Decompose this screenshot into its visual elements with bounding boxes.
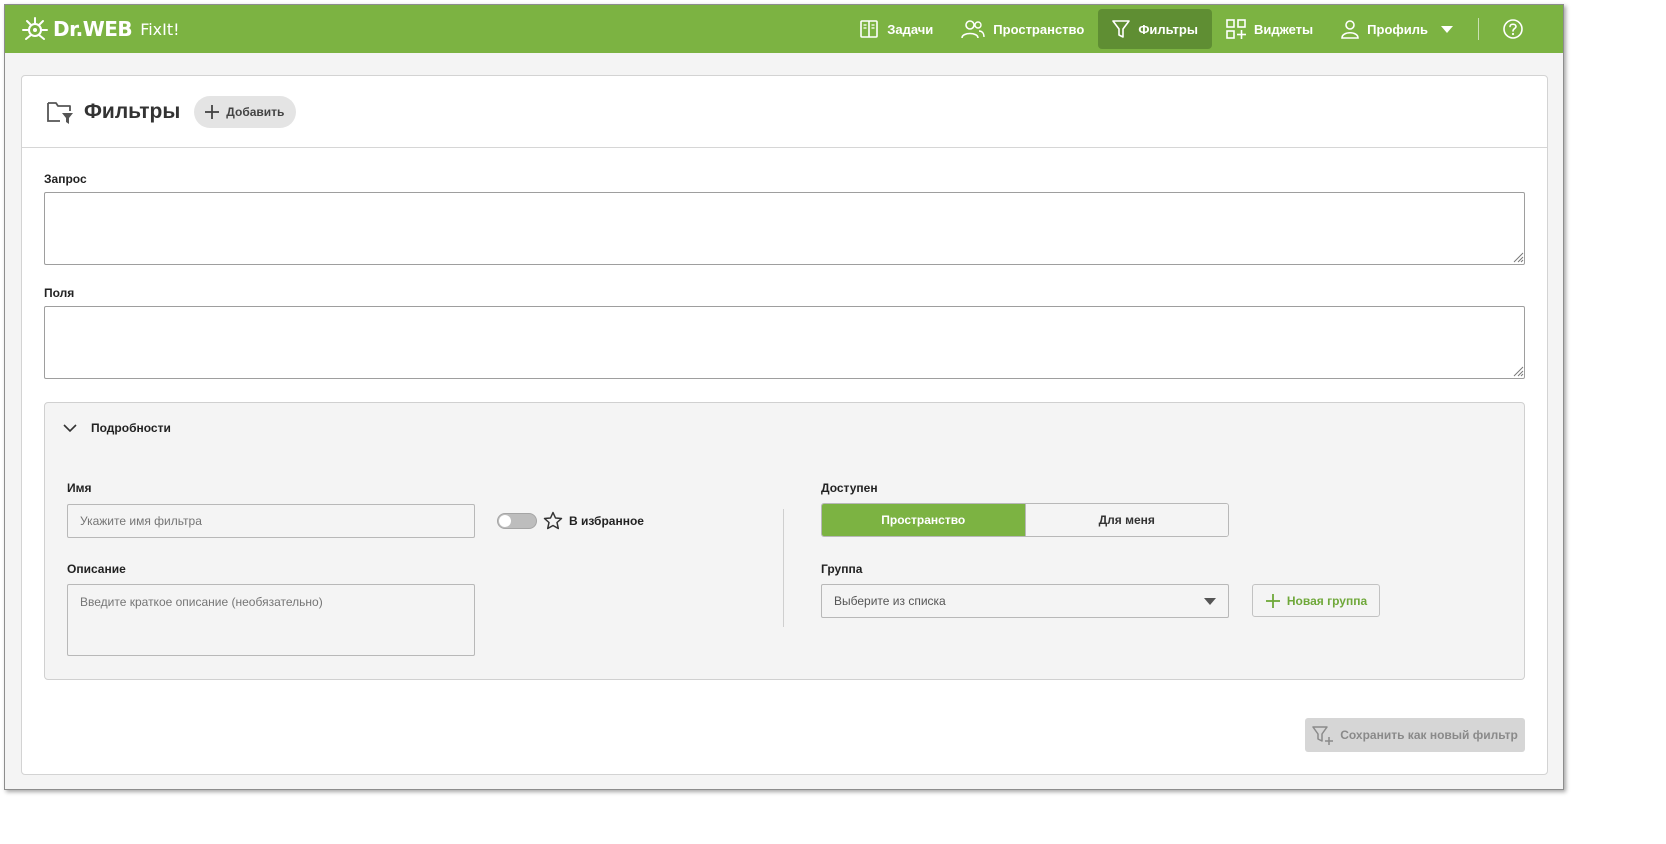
add-button[interactable]: Добавить <box>194 95 297 128</box>
query-label: Запрос <box>44 172 87 186</box>
nav-widgets-label: Виджеты <box>1253 21 1314 37</box>
query-textarea[interactable] <box>44 192 1525 265</box>
nav-widgets[interactable]: Виджеты <box>1212 9 1327 49</box>
details-section: Подробности Имя В избранное Описание Дос… <box>44 402 1525 680</box>
access-label: Доступен <box>821 481 878 495</box>
nav-tasks-label: Задачи <box>887 21 934 37</box>
group-select-value: Выберите из списка <box>834 594 946 608</box>
query-resize-icon[interactable] <box>1512 251 1524 263</box>
users-icon <box>961 20 985 39</box>
widgets-icon <box>1226 19 1246 39</box>
chevron-down-icon <box>63 423 77 432</box>
app-logo[interactable]: Dr.WEB FixIt! <box>21 16 180 42</box>
top-navigation-bar: Dr.WEB FixIt! Задачи Пространство Фильтр… <box>5 5 1563 53</box>
fields-resize-icon[interactable] <box>1512 365 1524 377</box>
filter-icon <box>1112 20 1131 38</box>
nav-profile[interactable]: Профиль <box>1327 9 1468 49</box>
fields-label: Поля <box>44 286 75 300</box>
name-label: Имя <box>67 481 92 495</box>
folder-filter-icon <box>47 101 73 124</box>
add-button-label: Добавить <box>226 104 285 119</box>
nav-tasks[interactable]: Задачи <box>845 9 947 49</box>
help-icon <box>1503 19 1523 39</box>
chevron-down-icon <box>1441 26 1453 33</box>
fields-textarea[interactable] <box>44 306 1525 379</box>
filter-add-icon <box>1312 726 1334 745</box>
save-button-label: Сохранить как новый фильтр <box>1340 728 1518 742</box>
favorite-switch[interactable] <box>497 513 537 529</box>
save-as-new-filter-button[interactable]: Сохранить как новый фильтр <box>1305 718 1525 752</box>
favorite-label: В избранное <box>569 514 644 528</box>
product-name: FixIt! <box>140 19 180 39</box>
access-option-space[interactable]: Пространство <box>822 504 1025 536</box>
description-textarea[interactable] <box>67 584 475 656</box>
nav-space[interactable]: Пространство <box>947 9 1098 49</box>
help-button[interactable] <box>1493 9 1533 49</box>
nav-filters[interactable]: Фильтры <box>1098 9 1212 49</box>
group-select[interactable]: Выберите из списка <box>821 584 1229 618</box>
star-icon <box>543 511 563 530</box>
nav-profile-label: Профиль <box>1367 21 1428 37</box>
spider-logo-icon <box>22 17 48 40</box>
access-segmented-control: Пространство Для меня <box>821 503 1229 537</box>
new-group-label: Новая группа <box>1286 593 1368 608</box>
description-label: Описание <box>67 562 126 576</box>
plus-icon <box>205 104 220 119</box>
caret-down-icon <box>1204 598 1216 605</box>
nav-divider <box>1478 18 1479 40</box>
details-toggle[interactable]: Подробности <box>63 421 171 435</box>
new-group-button[interactable]: Новая группа <box>1252 584 1380 617</box>
plus-icon <box>1265 593 1280 608</box>
name-input[interactable] <box>67 504 475 538</box>
panel-header: Фильтры Добавить <box>22 76 1547 148</box>
nav-filters-label: Фильтры <box>1138 21 1198 37</box>
brand-name: Dr.WEB <box>53 17 133 41</box>
filters-panel: Фильтры Добавить Запрос Поля Подробности… <box>21 75 1548 775</box>
page-title: Фильтры <box>84 99 181 123</box>
main-nav: Задачи Пространство Фильтры Виджеты Проф… <box>845 9 1533 49</box>
access-option-me[interactable]: Для меня <box>1024 504 1228 536</box>
column-divider <box>783 509 784 627</box>
group-label: Группа <box>821 562 863 576</box>
favorite-toggle[interactable]: В избранное <box>497 511 644 531</box>
book-icon <box>860 20 879 38</box>
user-icon <box>1341 20 1359 39</box>
nav-space-label: Пространство <box>993 21 1085 37</box>
details-label: Подробности <box>91 421 171 435</box>
app-window: Dr.WEB FixIt! Задачи Пространство Фильтр… <box>4 4 1564 790</box>
